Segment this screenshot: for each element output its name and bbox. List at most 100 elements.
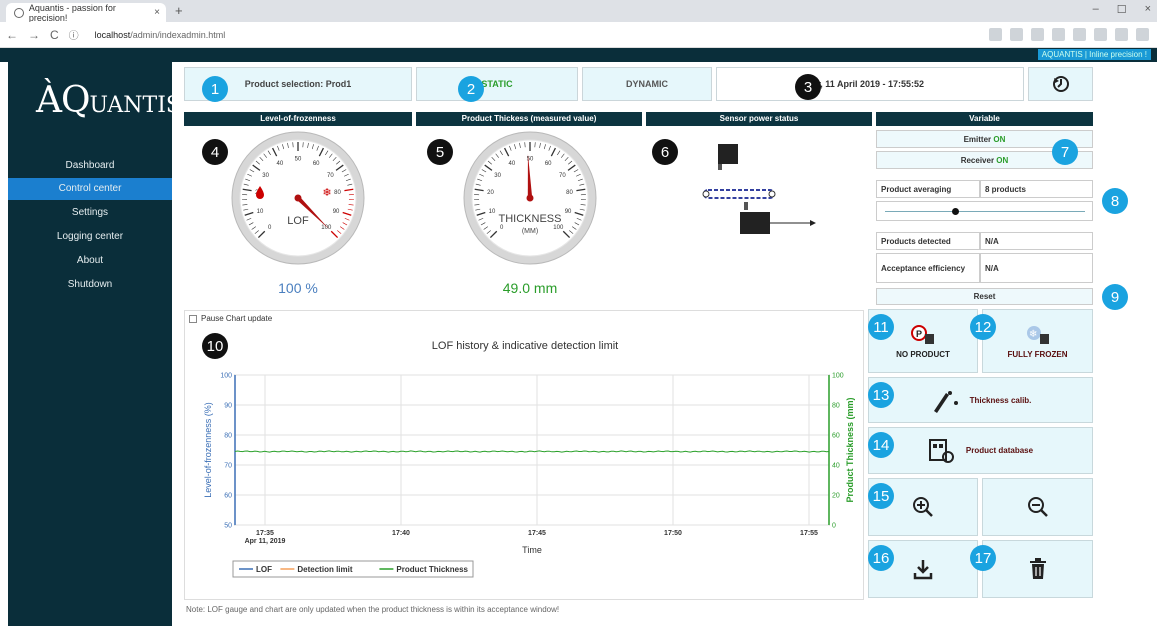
- site-info-icon[interactable]: ⓘ: [69, 27, 79, 42]
- star-icon[interactable]: [1031, 28, 1044, 41]
- gauge-tick-label: 60: [545, 161, 552, 167]
- x-date-label: Apr 11, 2019: [245, 538, 286, 545]
- gauge-tick-label: 20: [487, 190, 494, 196]
- back-button[interactable]: ←: [6, 28, 18, 42]
- reload-button[interactable]: C: [50, 28, 59, 42]
- badge-8: 8: [1102, 188, 1128, 214]
- sidebar-item-dashboard[interactable]: Dashboard: [8, 155, 172, 177]
- browser-tab[interactable]: Aquantis - passion for precision! ×: [6, 2, 166, 23]
- gauge-hub: [526, 194, 534, 202]
- variable-header: Variable: [876, 112, 1093, 126]
- dynamic-mode-button[interactable]: DYNAMIC: [582, 67, 712, 101]
- badge-6: 6: [652, 139, 678, 165]
- y-right-tick-label: 60: [832, 433, 840, 440]
- legend-entry: LOF: [256, 565, 272, 574]
- extension-icon[interactable]: [1052, 28, 1065, 41]
- tab-title: Aquantis - passion for precision!: [28, 2, 116, 23]
- sync-button[interactable]: [1028, 67, 1093, 101]
- gauge-tick-label: 70: [559, 173, 566, 179]
- y-right-axis-label: Product Thickness (mm): [845, 397, 855, 502]
- badge-2: 2: [458, 76, 484, 102]
- y-left-axis-label: Level-of-frozenness (%): [203, 402, 213, 498]
- gauge-tick-label: 100: [321, 225, 332, 231]
- lof-value: 100 %: [278, 280, 318, 296]
- chart-legend: LOF Detection limit Product Thickness: [232, 560, 474, 578]
- product-averaging-label: Product averaging: [876, 180, 980, 198]
- gauge-tick-label: 70: [327, 173, 334, 179]
- sidebar-item-logging-center[interactable]: Logging center: [8, 226, 172, 248]
- sidebar-item-about[interactable]: About: [8, 250, 172, 272]
- zoom-icon[interactable]: [1010, 28, 1023, 41]
- y-left-tick-label: 90: [224, 403, 232, 410]
- x-tick-label: 17:40: [392, 530, 410, 537]
- receiver-icon: [740, 212, 770, 234]
- reset-button[interactable]: Reset: [876, 288, 1093, 305]
- fully-frozen-icon: ❄: [1026, 325, 1049, 344]
- url-field[interactable]: localhost/admin/indexadmin.html: [95, 30, 226, 40]
- thickness-calib-button[interactable]: Thickness calib.: [868, 377, 1093, 423]
- gauge-tick-label: 10: [257, 209, 264, 215]
- calliper-icon: [933, 391, 958, 413]
- slider-thumb[interactable]: [952, 208, 959, 215]
- legend-entry: Detection limit: [297, 565, 352, 574]
- gauge-tick-label: 80: [566, 190, 573, 196]
- zoom-in-icon: [913, 497, 933, 517]
- badge-1: 1: [202, 76, 228, 102]
- main-panel: Product selection: Prod1 STATIC DYNAMIC …: [172, 62, 1157, 626]
- y-right-tick-label: 40: [832, 463, 840, 470]
- averaging-slider[interactable]: [876, 201, 1093, 221]
- tab-close-icon[interactable]: ×: [154, 7, 160, 18]
- acceptance-efficiency-value: N/A: [980, 253, 1093, 283]
- legend-entry: Product Thickness: [396, 565, 468, 574]
- svg-text:❄: ❄: [1029, 329, 1037, 340]
- fully-frozen-button[interactable]: ❄ FULLY FROZEN: [982, 309, 1093, 373]
- static-mode-button[interactable]: STATIC: [416, 67, 578, 101]
- minimize-button[interactable]: –: [1093, 3, 1099, 16]
- badge-12: 12: [970, 314, 996, 340]
- badge-17: 17: [970, 545, 996, 571]
- sensor-header: Sensor power status: [646, 112, 872, 126]
- chart-panel: Pause Chart update LOF history & indicat…: [184, 310, 864, 600]
- extension-icons: [989, 28, 1149, 41]
- gauge-tick-label: 50: [527, 157, 534, 163]
- plot-area: [234, 374, 830, 526]
- badge-15: 15: [868, 483, 894, 509]
- sidebar-item-settings[interactable]: Settings: [8, 202, 172, 224]
- new-tab-button[interactable]: +: [175, 3, 183, 18]
- acceptance-efficiency-label: Acceptance efficiency: [876, 253, 980, 283]
- y-left-tick-label: 100: [220, 373, 232, 380]
- profile-icon[interactable]: [1115, 28, 1128, 41]
- lof-header: Level-of-frozenness: [184, 112, 412, 126]
- sidebar: ÀQUANTIS Dashboard Control center Settin…: [8, 62, 181, 626]
- url-host: localhost: [94, 29, 131, 40]
- sidebar-item-control-center[interactable]: Control center: [8, 178, 172, 200]
- datetime-display: y, 11 April 2019 - 17:55:52: [716, 67, 1024, 101]
- gauge-tick-label: 40: [276, 161, 283, 167]
- delete-button[interactable]: [982, 540, 1093, 598]
- translate-icon[interactable]: [989, 28, 1002, 41]
- x-tick-label: 17:50: [664, 530, 682, 537]
- database-icon: [928, 438, 954, 463]
- close-window-button[interactable]: ×: [1145, 3, 1151, 16]
- badge-9: 9: [1102, 284, 1128, 310]
- extension-icon[interactable]: [1073, 28, 1086, 41]
- gauge-tick-label: 10: [489, 209, 496, 215]
- sidebar-item-shutdown[interactable]: Shutdown: [8, 274, 172, 296]
- gauge-tick-label: 30: [494, 173, 501, 179]
- zoom-out-button[interactable]: [982, 478, 1093, 536]
- favicon-icon: [14, 7, 24, 18]
- x-tick-label: 17:35: [256, 530, 274, 537]
- badge-11: 11: [868, 314, 894, 340]
- forward-button[interactable]: →: [28, 28, 40, 42]
- extension-icon[interactable]: [1094, 28, 1107, 41]
- badge-14: 14: [868, 432, 894, 458]
- y-right-tick-label: 100: [832, 373, 844, 380]
- gauge-unit: (MM): [522, 228, 538, 235]
- x-tick-label: 17:55: [800, 530, 818, 537]
- product-database-button[interactable]: Product database: [868, 427, 1093, 474]
- maximize-button[interactable]: ☐: [1117, 3, 1127, 16]
- menu-icon[interactable]: [1136, 28, 1149, 41]
- zoom-out-icon: [1027, 497, 1048, 517]
- y-left-tick-label: 70: [224, 463, 232, 470]
- no-product-icon: P: [911, 324, 934, 344]
